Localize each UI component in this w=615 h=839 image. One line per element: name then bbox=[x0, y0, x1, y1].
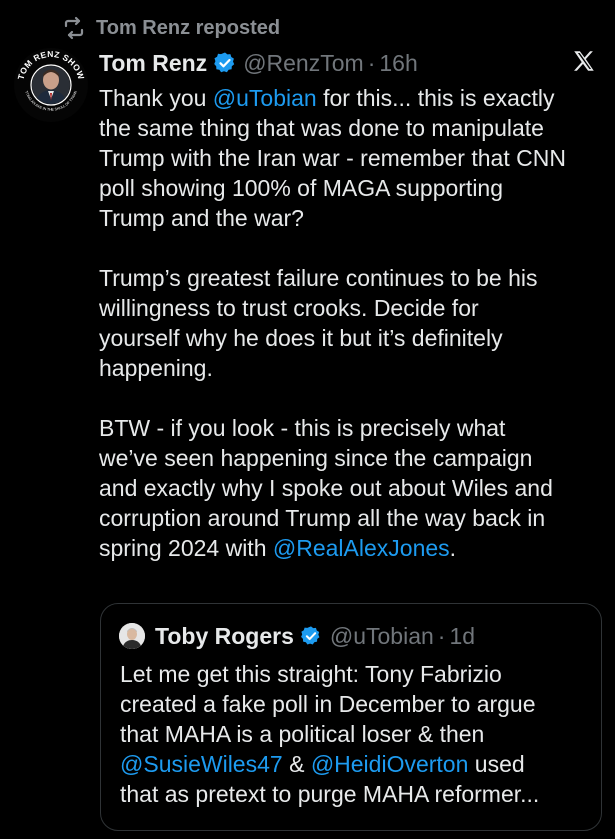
author-avatar[interactable]: TOM RENZ SHOW PUTTING AN AXE IN THE SKUL… bbox=[13, 47, 89, 123]
verified-badge-icon[interactable] bbox=[300, 625, 322, 647]
quoted-author-handle[interactable]: @uTobian bbox=[330, 623, 434, 650]
mention-link[interactable]: @RealAlexJones bbox=[273, 535, 450, 561]
quoted-header-separator: · bbox=[437, 622, 446, 649]
quoted-author-display-name[interactable]: Toby Rogers bbox=[155, 623, 294, 650]
post-text-part: Thank you bbox=[99, 85, 213, 111]
quote-text-part: Let me get this straight: Tony Fabrizio … bbox=[120, 661, 536, 747]
quoted-author-avatar[interactable] bbox=[119, 623, 145, 649]
quoted-post-body: Let me get this straight: Tony Fabrizio … bbox=[120, 659, 590, 809]
tweet-screenshot: Tom Renz reposted TOM RENZ SHOW TTING AN… bbox=[0, 0, 615, 839]
verified-badge-icon[interactable] bbox=[213, 51, 237, 75]
mention-link[interactable]: @uTobian bbox=[213, 85, 317, 111]
repost-label: Tom Renz reposted bbox=[96, 16, 281, 39]
author-display-name[interactable]: Tom Renz bbox=[99, 50, 207, 77]
mention-link[interactable]: @SusieWiles47 bbox=[120, 751, 283, 777]
post-header: Tom Renz @RenzTom · 16h bbox=[99, 46, 605, 80]
post-body: Thank you @uTobian for this... this is e… bbox=[99, 83, 599, 563]
quoted-post-card[interactable]: Toby Rogers @uTobian · 1d Let me get thi… bbox=[100, 603, 602, 831]
repost-icon bbox=[64, 16, 84, 40]
x-logo-icon bbox=[574, 51, 594, 71]
post-text-part: . bbox=[449, 535, 457, 561]
quote-text-part: & bbox=[282, 751, 311, 777]
tom-renz-show-logo: TOM RENZ SHOW PUTTING AN AXE IN THE SKUL… bbox=[13, 47, 88, 122]
quoted-post-timestamp[interactable]: 1d bbox=[449, 623, 475, 650]
post-timestamp[interactable]: 16h bbox=[379, 50, 417, 77]
repost-indicator[interactable]: Tom Renz reposted bbox=[62, 16, 280, 40]
mention-link[interactable]: @HeidiOverton bbox=[311, 751, 469, 777]
post-text-part: for this... this is exactly the same thi… bbox=[99, 85, 566, 561]
header-separator: · bbox=[367, 49, 376, 76]
quoted-post-header: Toby Rogers @uTobian · 1d bbox=[119, 621, 475, 651]
author-handle[interactable]: @RenzTom bbox=[243, 50, 364, 77]
